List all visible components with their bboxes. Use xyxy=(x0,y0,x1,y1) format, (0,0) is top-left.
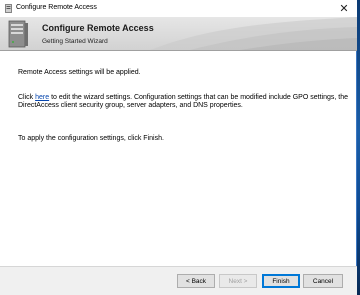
button-bar: < Back Next > Finish Cancel xyxy=(0,267,357,295)
wizard-window: Configure Remote Access ✕ Configure Remo… xyxy=(0,0,357,295)
status-text: Remote Access settings will be applied. xyxy=(18,69,141,76)
server-icon xyxy=(8,20,28,48)
finish-instructions: To apply the configuration settings, cli… xyxy=(18,135,164,142)
banner-decoration xyxy=(150,17,357,50)
instructions-text: Click here to edit the wizard settings. … xyxy=(18,94,348,111)
instructions-prefix: Click xyxy=(18,94,36,101)
title-bar[interactable]: Configure Remote Access ✕ xyxy=(0,0,357,17)
back-button[interactable]: < Back xyxy=(177,274,215,288)
edit-settings-link[interactable]: here xyxy=(35,94,49,101)
window-title: Configure Remote Access xyxy=(16,4,97,11)
banner-title: Configure Remote Access xyxy=(42,23,154,33)
banner-divider xyxy=(0,50,357,51)
close-icon: ✕ xyxy=(339,3,349,15)
banner-subtitle: Getting Started Wizard xyxy=(42,38,108,45)
close-button[interactable]: ✕ xyxy=(331,0,357,17)
app-icon xyxy=(5,4,12,13)
cancel-button[interactable]: Cancel xyxy=(303,274,343,288)
next-button[interactable]: Next > xyxy=(219,274,257,288)
instructions-suffix: to edit the wizard settings. Configurati… xyxy=(18,94,348,110)
finish-button[interactable]: Finish xyxy=(262,274,300,288)
header-banner: Configure Remote Access Getting Started … xyxy=(0,17,357,50)
